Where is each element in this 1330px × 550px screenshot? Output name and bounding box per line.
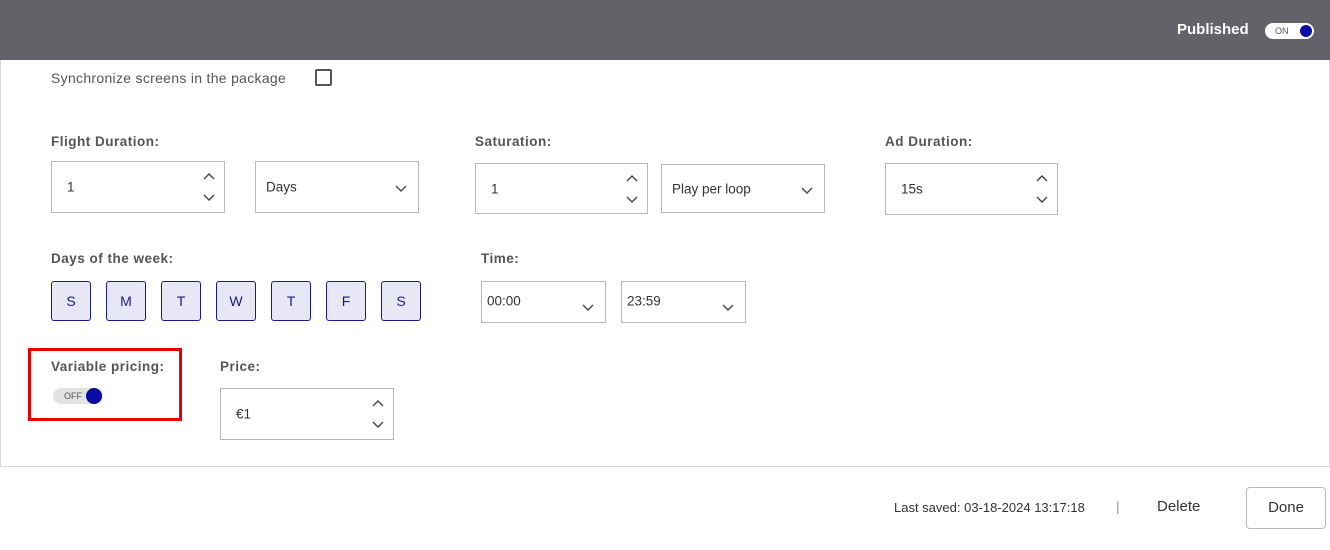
chevron-down-icon[interactable]: [202, 193, 216, 203]
variable-pricing-toggle[interactable]: OFF: [53, 388, 103, 404]
ad-duration-value: 15s: [901, 181, 923, 197]
published-toggle[interactable]: ON: [1265, 23, 1314, 39]
flight-duration-unit-select[interactable]: Days: [255, 161, 419, 213]
variable-pricing-label: Variable pricing:: [51, 359, 165, 374]
toggle-knob: [1300, 25, 1312, 37]
chevron-down-icon[interactable]: [625, 195, 639, 205]
sync-screens-checkbox[interactable]: [315, 69, 332, 86]
published-toggle-label: ON: [1275, 26, 1289, 36]
chevron-up-icon[interactable]: [202, 171, 216, 181]
sync-screens-label: Synchronize screens in the package: [51, 70, 287, 86]
day-button-monday[interactable]: M: [106, 281, 146, 321]
chevron-down-icon: [581, 301, 595, 311]
day-button-friday[interactable]: F: [326, 281, 366, 321]
chevron-down-icon[interactable]: [371, 420, 385, 430]
chevron-up-icon[interactable]: [371, 398, 385, 408]
day-button-saturday[interactable]: S: [381, 281, 421, 321]
ad-duration-stepper: [1035, 170, 1049, 208]
day-button-sunday[interactable]: S: [51, 281, 91, 321]
time-start-value: 00:00: [487, 293, 521, 309]
saturation-stepper: [625, 170, 639, 208]
price-label: Price:: [220, 359, 261, 374]
price-value: €1: [236, 406, 252, 422]
chevron-down-icon: [394, 182, 408, 192]
ad-duration-input[interactable]: 15s: [885, 163, 1058, 215]
chevron-up-icon[interactable]: [625, 173, 639, 183]
flight-duration-label: Flight Duration:: [51, 134, 160, 149]
saturation-unit-select[interactable]: Play per loop: [661, 164, 825, 213]
chevron-down-icon: [721, 301, 735, 311]
flight-duration-input[interactable]: 1: [51, 161, 225, 213]
chevron-up-icon[interactable]: [1035, 173, 1049, 183]
flight-duration-unit-value: Days: [266, 179, 297, 195]
day-button-thursday[interactable]: T: [271, 281, 311, 321]
ad-duration-label: Ad Duration:: [885, 134, 973, 149]
last-saved-text: Last saved: 03-18-2024 13:17:18: [894, 500, 1085, 515]
footer-separator: |: [1116, 498, 1120, 514]
chevron-down-icon[interactable]: [1035, 195, 1049, 205]
days-of-week-label: Days of the week:: [51, 251, 174, 266]
day-button-tuesday[interactable]: T: [161, 281, 201, 321]
day-button-wednesday[interactable]: W: [216, 281, 256, 321]
saturation-input[interactable]: 1: [475, 163, 648, 214]
top-bar: Published ON: [0, 0, 1330, 60]
flight-duration-value: 1: [67, 179, 75, 195]
saturation-label: Saturation:: [475, 134, 552, 149]
settings-panel: [0, 60, 1330, 467]
saturation-unit-value: Play per loop: [672, 181, 751, 196]
done-button[interactable]: Done: [1246, 487, 1326, 529]
time-start-select[interactable]: 00:00: [481, 281, 606, 323]
price-input[interactable]: €1: [220, 388, 394, 440]
published-label: Published: [1177, 21, 1249, 38]
time-end-value: 23:59: [627, 293, 661, 309]
toggle-knob: [86, 388, 102, 404]
flight-duration-stepper: [202, 168, 216, 206]
chevron-down-icon: [800, 184, 814, 194]
delete-button[interactable]: Delete: [1157, 498, 1200, 515]
time-end-select[interactable]: 23:59: [621, 281, 746, 323]
saturation-value: 1: [491, 181, 499, 196]
time-label: Time:: [481, 251, 520, 266]
price-stepper: [371, 395, 385, 433]
variable-pricing-toggle-label: OFF: [64, 391, 82, 401]
